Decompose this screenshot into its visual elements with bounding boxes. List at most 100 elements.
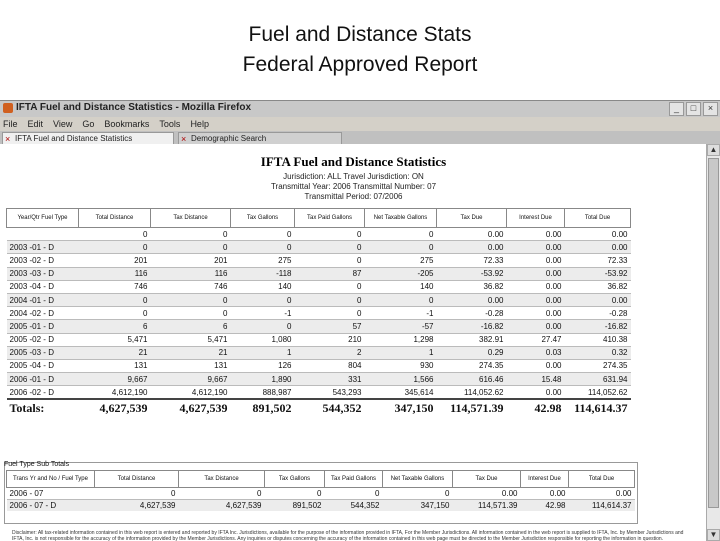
subtotals-cell: 0.00 [520,487,569,500]
statistics-cell: 0.00 [564,240,631,254]
statistics-cell: 21 [78,345,151,360]
scroll-up-icon[interactable]: ▲ [707,144,720,156]
subtotals-cell: 114,571.39 [452,499,521,511]
statistics-cell: 131 [150,358,231,373]
menu-bar: File Edit View Go Bookmarks Tools Help [0,117,720,131]
statistics-column-header: Net Taxable Gallons [364,208,437,228]
minimize-button[interactable]: _ [669,102,684,116]
statistics-cell: 1 [364,345,437,360]
statistics-row: 2003 -03 - D 116 116 -118 87 -205 -53.92 0.00 -5… [6,266,631,281]
statistics-cell: 0 [78,240,151,254]
statistics-table: Year/Qtr Fuel Type Total Distance Tax Dist… [6,208,631,417]
statistics-cell: 5,471 [150,332,231,347]
subtotals-column-header: Interest Due [520,470,569,488]
statistics-cell: 345,614 [364,385,437,400]
maximize-button[interactable]: □ [686,102,701,116]
totals-cell: Totals: [6,398,79,417]
statistics-cell: -16.82 [436,319,507,333]
statistics-cell: 2005 -01 - D [6,319,79,333]
statistics-cell: 6 [78,319,151,333]
subtotals-cell: 0.00 [452,487,521,500]
subtotals-cell: 0.00 [568,487,635,500]
statistics-cell [6,226,79,241]
subtotals-column-header: Total Due [568,470,635,488]
statistics-cell: 114,052.62 [564,385,631,400]
statistics-row: 2005 -01 - D 6 6 0 57 -57 -16.82 0.00 -16.82 [6,319,631,333]
close-button[interactable]: × [703,102,718,116]
statistics-row: 2003 -02 - D 201 201 275 0 275 72.33 0.00 72.33 [6,253,631,268]
statistics-cell: 27.47 [506,332,565,347]
subtotals-column-header: Tax Paid Gallons [324,470,383,488]
statistics-cell: 0 [364,240,437,254]
menu-file[interactable]: File [3,117,18,131]
statistics-cell: -1 [364,306,437,320]
statistics-column-header: Total Distance [78,208,151,228]
statistics-cell: 0 [150,306,231,320]
statistics-cell: 274.35 [436,358,507,373]
statistics-cell: 116 [150,266,231,281]
statistics-cell: 0.00 [506,358,565,373]
statistics-cell: 72.33 [436,253,507,268]
scroll-thumb[interactable] [708,158,719,508]
statistics-cell: 126 [230,358,295,373]
tab-label: IFTA Fuel and Distance Statistics [15,134,133,143]
statistics-cell: 0.00 [506,253,565,268]
statistics-row: 2006 -01 - D 9,667 9,667 1,890 331 1,566 616.4… [6,372,631,386]
statistics-cell: 0.00 [506,319,565,333]
statistics-cell: 0 [294,240,365,254]
subtotals-cell: 114,614.37 [568,499,635,511]
statistics-column-header: Tax Gallons [230,208,295,228]
statistics-cell: 0.00 [506,226,565,241]
subtotals-cell: 4,627,539 [178,499,265,511]
statistics-cell: 210 [294,332,365,347]
menu-edit[interactable]: Edit [28,117,44,131]
menu-go[interactable]: Go [82,117,94,131]
statistics-cell: -53.92 [436,266,507,281]
statistics-cell: 0 [294,279,365,294]
statistics-cell: 0 [230,319,295,333]
statistics-cell: 6 [150,319,231,333]
statistics-cell: 0.00 [564,226,631,241]
subtotals-row: 2006 - 07 - D 4,627,539 4,627,539 891,502 54… [6,499,635,511]
statistics-cell: 5,471 [78,332,151,347]
statistics-cell: 4,612,190 [150,385,231,400]
subtotals-cell: 2006 - 07 - D [6,499,95,511]
firefox-icon [3,103,13,113]
statistics-cell: 15.48 [506,372,565,386]
statistics-cell: -53.92 [564,266,631,281]
statistics-cell: 0 [230,240,295,254]
totals-cell: 42.98 [506,398,565,417]
statistics-cell: 0 [150,292,231,307]
statistics-cell: 382.91 [436,332,507,347]
subtotals-cell: 891,502 [264,499,325,511]
statistics-cell: 0 [150,226,231,241]
browser-window: IFTA Fuel and Distance Statistics - Mozi… [0,100,720,541]
menu-bookmarks[interactable]: Bookmarks [104,117,149,131]
statistics-cell: 0 [294,306,365,320]
statistics-cell: 543,293 [294,385,365,400]
statistics-cell: 2005 -04 - D [6,358,79,373]
statistics-cell: 616.46 [436,372,507,386]
menu-help[interactable]: Help [190,117,209,131]
vertical-scrollbar[interactable]: ▲ ▼ [706,144,720,541]
statistics-cell: 0.00 [506,279,565,294]
totals-cell: 4,627,539 [78,398,151,417]
subtotals-column-header: Tax Due [452,470,521,488]
statistics-row: 2006 -02 - D 4,612,190 4,612,190 888,987 543… [6,385,631,400]
statistics-row: 2005 -02 - D 5,471 5,471 1,080 210 1,298 382.9… [6,332,631,347]
statistics-cell: 36.82 [564,279,631,294]
statistics-column-header: Tax Paid Gallons [294,208,365,228]
subtotals-column-header: Net Taxable Gallons [382,470,453,488]
scroll-down-icon[interactable]: ▼ [707,529,720,541]
menu-view[interactable]: View [53,117,72,131]
page-content: IFTA Fuel and Distance Statistics Jurisd… [0,144,707,541]
statistics-row: 2003 -04 - D 746 746 140 0 140 36.82 0.00 36.82 [6,279,631,294]
statistics-cell: 0.32 [564,345,631,360]
statistics-cell: 2 [294,345,365,360]
totals-cell: 114,614.37 [564,398,631,417]
statistics-cell: 131 [78,358,151,373]
statistics-cell: -0.28 [564,306,631,320]
subtotals-cell: 2006 - 07 [6,487,95,500]
menu-tools[interactable]: Tools [159,117,180,131]
subtotals-cell: 347,150 [382,499,453,511]
